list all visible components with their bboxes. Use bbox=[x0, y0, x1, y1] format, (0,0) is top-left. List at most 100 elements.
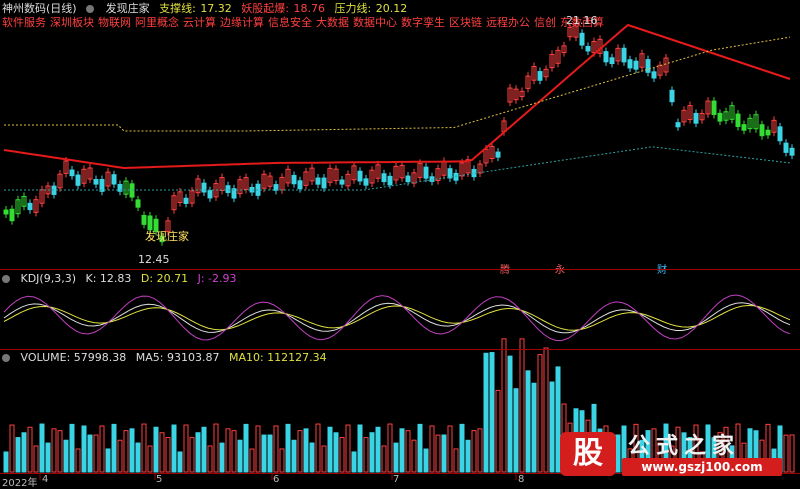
volume-bar bbox=[219, 442, 225, 473]
volume-bar bbox=[21, 432, 27, 473]
volume-bar bbox=[27, 426, 33, 473]
candle-body bbox=[741, 124, 747, 131]
volume-bar bbox=[201, 426, 207, 473]
low-price-label: 12.45 bbox=[138, 253, 170, 266]
candle-body bbox=[783, 142, 789, 153]
volume-bar bbox=[303, 428, 309, 473]
volume-header: VOLUME: 57998.38 MA5: 93103.87 MA10: 112… bbox=[2, 351, 333, 365]
volume-bar bbox=[369, 432, 375, 473]
volume-ma10: MA10: 112127.34 bbox=[228, 351, 327, 364]
candle-body bbox=[627, 59, 633, 69]
volume-bar bbox=[69, 423, 75, 473]
volume-bar bbox=[159, 432, 165, 473]
candle-body bbox=[717, 112, 723, 122]
volume-bar bbox=[393, 442, 399, 473]
volume-bar bbox=[39, 423, 45, 473]
chart-canvas[interactable] bbox=[0, 0, 800, 488]
volume-bar bbox=[429, 425, 435, 473]
volume-bar bbox=[495, 389, 501, 473]
candle-body bbox=[405, 175, 411, 183]
volume-bar bbox=[399, 428, 405, 473]
panel-divider bbox=[0, 269, 800, 270]
volume-bar bbox=[477, 428, 483, 473]
volume-bar bbox=[513, 388, 519, 473]
candle-body bbox=[621, 47, 627, 63]
volume-bar bbox=[171, 424, 177, 473]
volume-bar bbox=[537, 354, 543, 473]
volume-bar bbox=[99, 425, 105, 473]
volume-bar bbox=[3, 451, 9, 473]
volume-bar bbox=[243, 423, 249, 473]
panel-divider bbox=[0, 349, 800, 350]
volume-bar bbox=[309, 442, 315, 473]
volume-bar bbox=[417, 423, 423, 473]
volume-bar bbox=[213, 423, 219, 473]
volume-bar bbox=[291, 439, 297, 473]
watermark: 股 公式之家 www.gszj100.com bbox=[560, 428, 782, 480]
candle-body bbox=[3, 209, 9, 215]
candle-body bbox=[711, 100, 717, 115]
volume-bar bbox=[231, 430, 237, 473]
candle-body bbox=[273, 184, 279, 191]
candle-body bbox=[297, 180, 303, 190]
candle-body bbox=[429, 176, 435, 182]
volume-bar bbox=[165, 437, 171, 473]
volume-settings-icon[interactable] bbox=[2, 351, 16, 364]
candle-body bbox=[357, 170, 363, 182]
volume-bar bbox=[153, 426, 159, 473]
watermark-url: www.gszj100.com bbox=[622, 458, 782, 476]
volume-bar bbox=[15, 437, 21, 473]
volume-bar bbox=[189, 437, 195, 473]
volume-bar bbox=[321, 445, 327, 473]
volume-bar bbox=[87, 434, 93, 473]
volume-bar bbox=[123, 430, 129, 473]
volume-bar bbox=[45, 442, 51, 473]
ma-yellow-line bbox=[4, 36, 791, 132]
volume-bar bbox=[177, 451, 183, 473]
volume-bar bbox=[327, 426, 333, 473]
volume-bar bbox=[363, 437, 369, 473]
kdj-j: J: -2.93 bbox=[197, 272, 237, 285]
candle-body bbox=[69, 169, 75, 177]
kdj-name[interactable]: KDJ(9,3,3) bbox=[21, 272, 77, 285]
candle-body bbox=[225, 185, 231, 193]
volume-bar bbox=[141, 423, 147, 473]
candle-body bbox=[633, 60, 639, 70]
volume-bar bbox=[507, 355, 513, 473]
volume-bar bbox=[789, 434, 795, 473]
volume-bar bbox=[543, 347, 549, 473]
volume-ma5: MA5: 93103.87 bbox=[135, 351, 220, 364]
x-axis-label: 2022年 bbox=[2, 478, 38, 489]
kdj-settings-icon[interactable] bbox=[2, 272, 16, 285]
volume-bar bbox=[345, 424, 351, 473]
x-axis-label: 6 bbox=[273, 474, 280, 485]
candle-body bbox=[759, 124, 765, 137]
candle-body bbox=[93, 179, 99, 185]
volume-bar bbox=[405, 430, 411, 473]
volume-bar bbox=[147, 445, 153, 473]
candle-body bbox=[315, 177, 321, 185]
volume-bar bbox=[129, 428, 135, 473]
volume-bar bbox=[135, 442, 141, 473]
volume-bar bbox=[525, 370, 531, 473]
volume-bar bbox=[195, 432, 201, 473]
candle-body bbox=[777, 126, 783, 142]
volume-bar bbox=[333, 432, 339, 473]
volume-bar bbox=[33, 445, 39, 473]
volume-bar bbox=[273, 425, 279, 473]
volume-bar bbox=[549, 381, 555, 473]
candle-body bbox=[339, 179, 345, 185]
candle-body bbox=[183, 197, 189, 204]
candle-body bbox=[75, 174, 81, 186]
volume-bar bbox=[279, 448, 285, 473]
volume-bar bbox=[117, 439, 123, 473]
candle-body bbox=[135, 199, 141, 208]
volume-bar bbox=[453, 448, 459, 473]
candle-body bbox=[579, 32, 585, 46]
candle-body bbox=[735, 113, 741, 127]
kdj-d: D: 20.71 bbox=[140, 272, 189, 285]
volume-name[interactable]: VOLUME: 57998.38 bbox=[21, 351, 127, 364]
volume-bar bbox=[249, 448, 255, 473]
candle-body bbox=[321, 177, 327, 189]
volume-bar bbox=[255, 425, 261, 473]
